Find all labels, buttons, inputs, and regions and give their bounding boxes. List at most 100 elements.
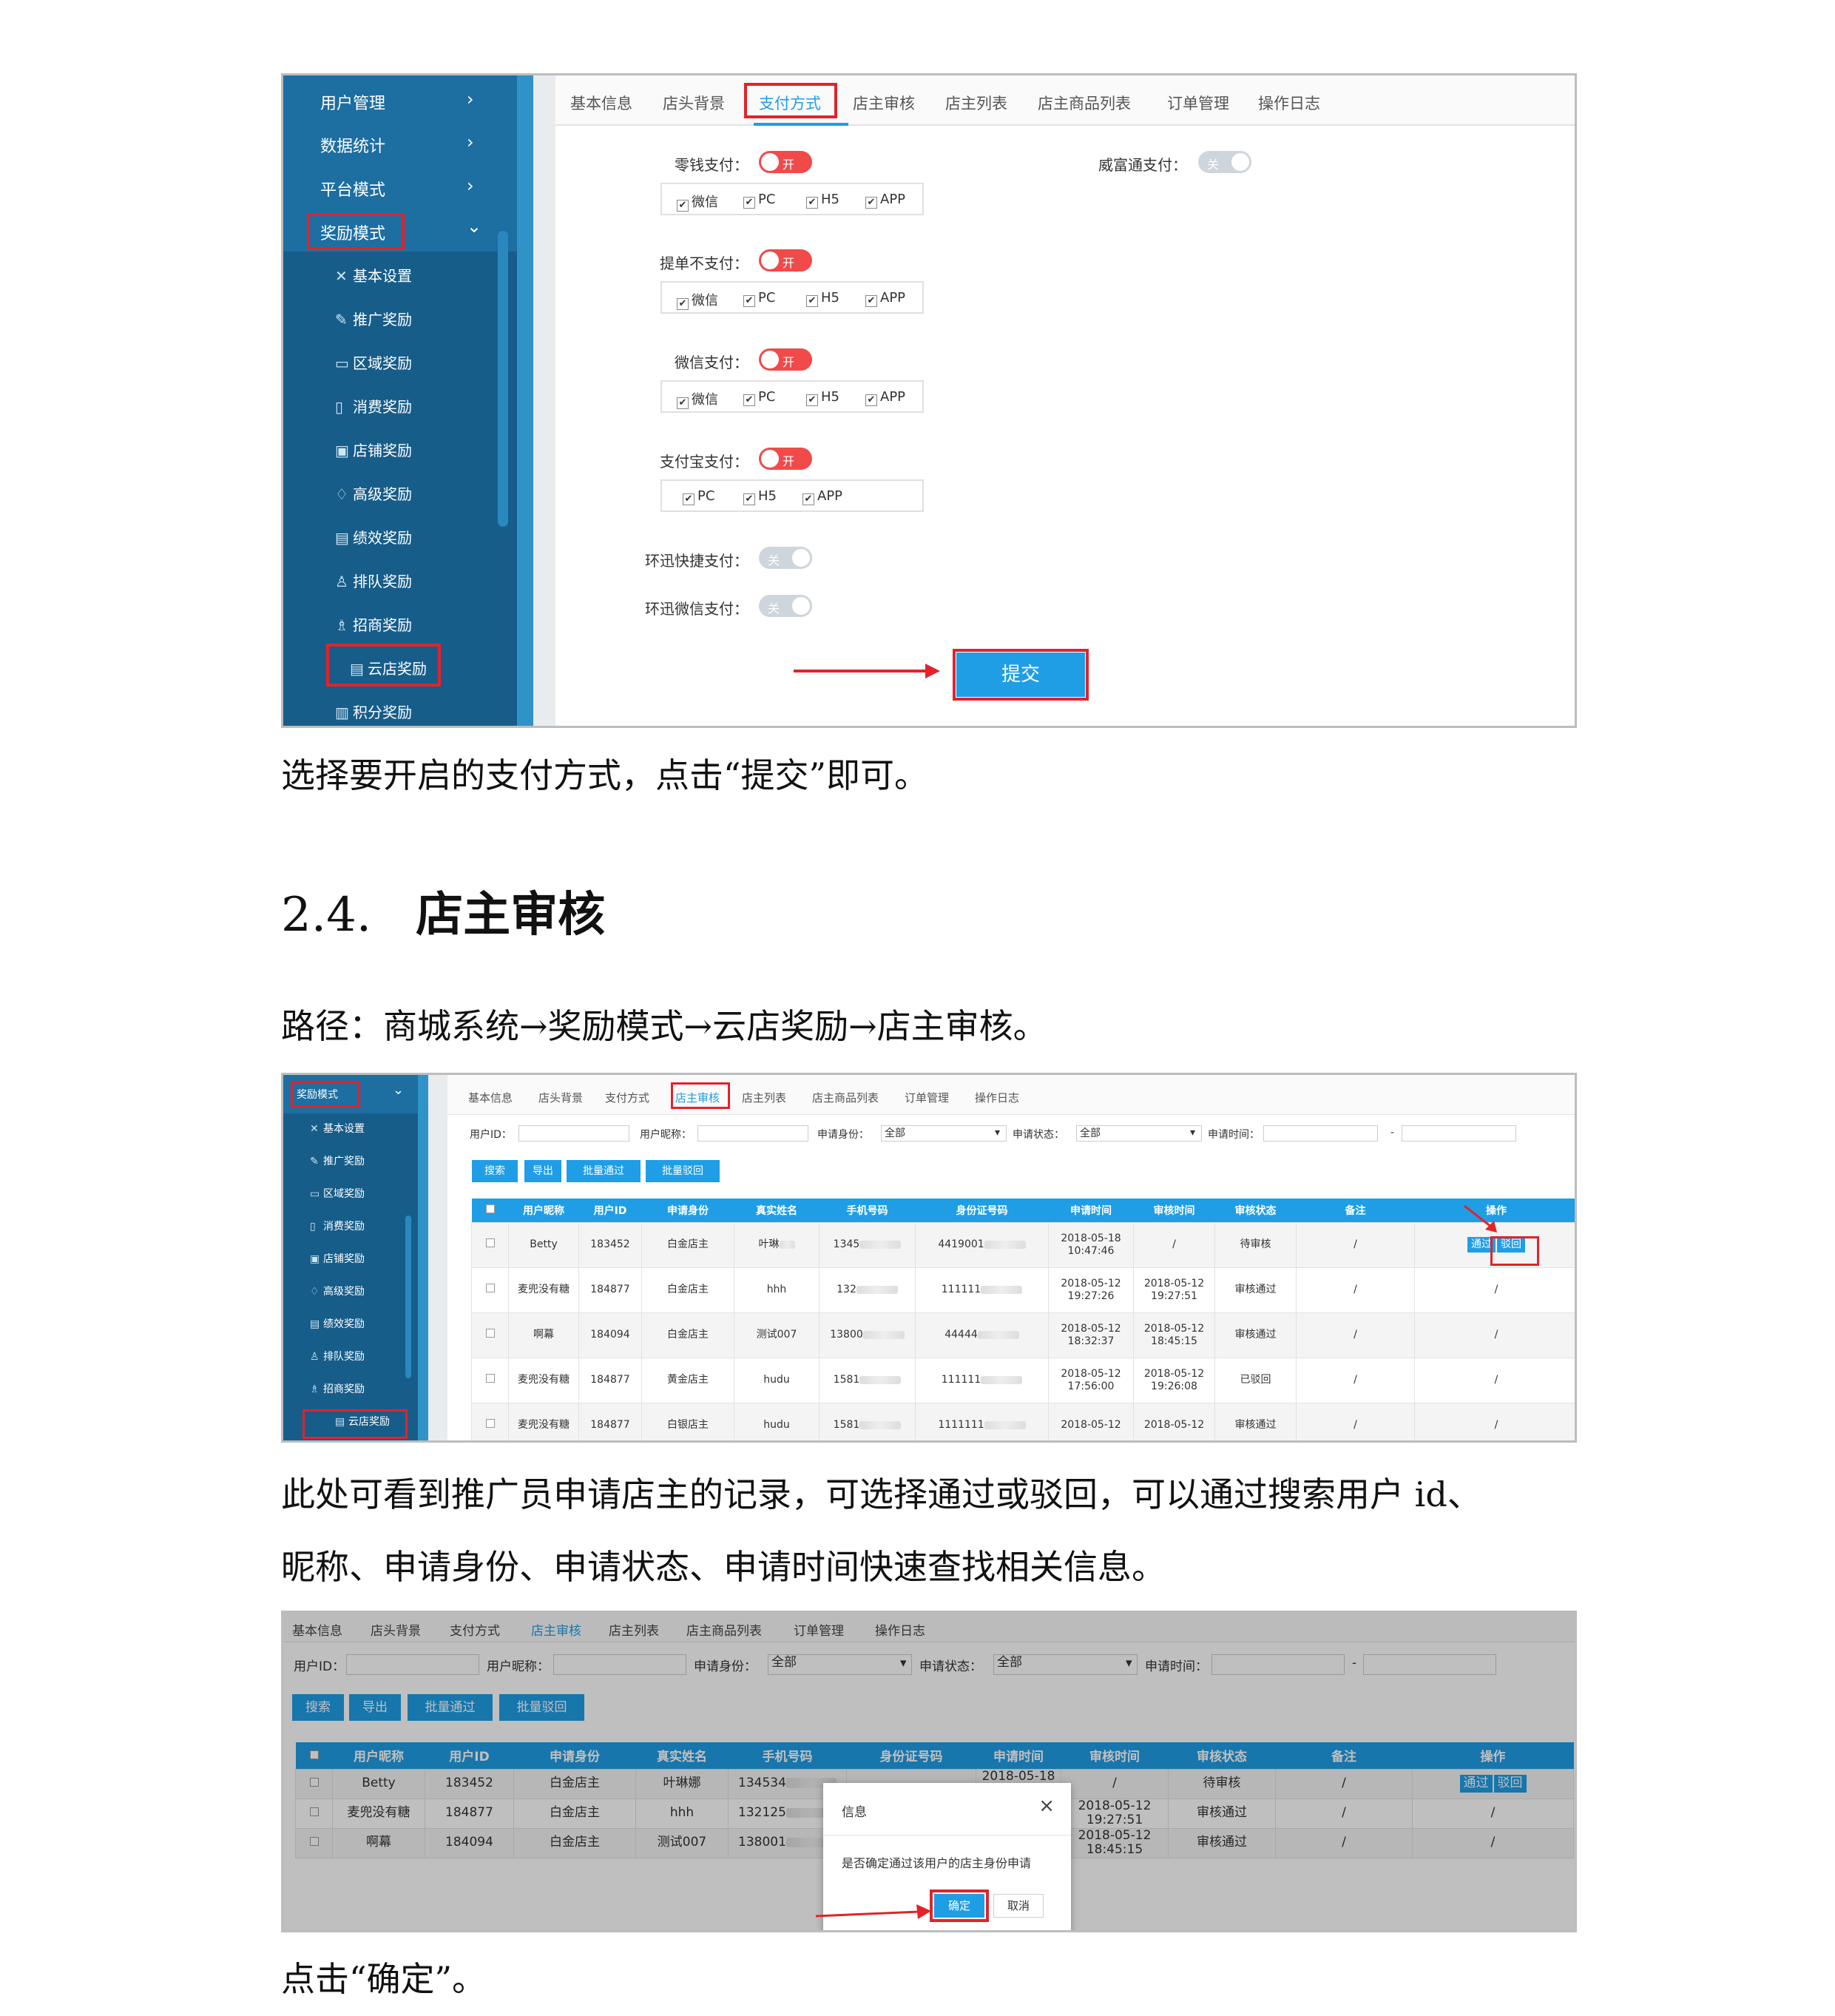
weifutong-switch[interactable]: 关 — [1198, 151, 1251, 173]
row-checkbox[interactable] — [485, 1419, 495, 1429]
sidebar-item-2[interactable]: ▭ 区域奖励 — [310, 1186, 365, 1201]
action-button-3[interactable]: 批量驳回 — [646, 1160, 720, 1182]
tab-5[interactable]: 店主商品列表 — [1038, 92, 1131, 114]
option-checkbox[interactable]: ✔ PC — [743, 389, 775, 406]
sidebar-item-1[interactable]: ✎ 推广奖励 — [335, 308, 412, 329]
table-row: 麦兜没有糖 184877 白金店主 hhh 132 111111 2018-05-12 19… — [471, 1267, 1575, 1313]
tab-7[interactable]: 操作日志 — [1258, 92, 1320, 114]
option-checkbox[interactable]: ✔ H5 — [806, 389, 839, 406]
option-checkbox[interactable]: ✔ H5 — [806, 290, 839, 307]
nickname-input[interactable] — [697, 1125, 808, 1142]
table-cell-text: 111111 — [941, 1374, 981, 1386]
tab-6[interactable]: 订单管理 — [905, 1090, 949, 1105]
table-cell-text: 麦兜没有糖 — [518, 1374, 570, 1386]
check-icon: ✔ — [806, 295, 818, 307]
cancel-button[interactable]: 取消 — [993, 1894, 1044, 1918]
tab-0[interactable]: 基本信息 — [570, 92, 632, 114]
chevron-right-icon: › — [467, 89, 474, 109]
sidebar-item-0[interactable]: ✕ 基本设置 — [310, 1121, 365, 1136]
highlight-box — [291, 1081, 360, 1108]
payment-switch[interactable]: 关 — [759, 547, 812, 569]
payment-switch[interactable]: 开 — [759, 448, 812, 470]
table-cell: 2018-05-12 18:32:37 — [1048, 1312, 1134, 1358]
tab-7[interactable]: 操作日志 — [975, 1090, 1019, 1105]
sidebar-item-5[interactable]: ♢ 高级奖励 — [310, 1284, 365, 1298]
action-button-2[interactable]: 批量通过 — [567, 1160, 641, 1182]
sidebar-item-5[interactable]: ♢ 高级奖励 — [335, 482, 412, 504]
sidebar-item-3[interactable]: ▯ 消费奖励 — [335, 395, 412, 417]
row-checkbox[interactable] — [485, 1284, 495, 1293]
sidebar-scrollbar[interactable] — [498, 231, 508, 527]
row-checkbox[interactable] — [485, 1238, 495, 1248]
menu-icon: ▣ — [310, 1253, 320, 1265]
identity-select[interactable]: 全部 — [881, 1125, 1007, 1142]
table-cell-text: 白金店主 — [667, 1284, 709, 1296]
tab-0[interactable]: 基本信息 — [468, 1090, 513, 1105]
option-checkbox[interactable]: ✔ PC — [743, 290, 775, 307]
sidebar-item-4[interactable]: ▣ 店铺奖励 — [310, 1251, 365, 1266]
sidebar-item-8[interactable]: ♗ 招商奖励 — [310, 1381, 365, 1396]
option-checkbox[interactable]: ✔ 微信 — [677, 192, 718, 212]
table-cell-text: 2018-05-12 17:56:00 — [1061, 1368, 1121, 1392]
sidebar-item-3[interactable]: ▯ 消费奖励 — [310, 1218, 365, 1233]
tab-6[interactable]: 订单管理 — [1167, 92, 1229, 114]
table-cell: 1111111 — [915, 1402, 1049, 1440]
sidebar-item-6[interactable]: ▤ 绩效奖励 — [335, 526, 412, 547]
check-icon: ✔ — [677, 298, 689, 310]
option-checkbox[interactable]: ✔ H5 — [743, 488, 777, 505]
payment-switch[interactable]: 开 — [759, 249, 812, 272]
payment-switch[interactable]: 开 — [759, 348, 812, 371]
tab-1[interactable]: 店头背景 — [538, 1090, 583, 1105]
sidebar-item-user-management[interactable]: 用户管理 — [320, 90, 385, 114]
sidebar-item-8[interactable]: ♗ 招商奖励 — [335, 613, 412, 635]
option-checkbox[interactable]: ✔ APP — [865, 389, 905, 406]
sidebar-item-0[interactable]: ✕ 基本设置 — [335, 264, 412, 286]
filter-label: - — [1390, 1127, 1395, 1139]
option-checkbox[interactable]: ✔ APP — [865, 290, 905, 307]
sidebar-scrollbar[interactable] — [405, 1216, 411, 1378]
sidebar-item-7[interactable]: ♙ 排队奖励 — [335, 570, 412, 591]
tab-5[interactable]: 店主商品列表 — [812, 1090, 879, 1105]
sidebar-item-platform-mode[interactable]: 平台模式 — [320, 177, 385, 200]
column-header[interactable] — [471, 1199, 509, 1222]
tab-3[interactable]: 店主审核 — [853, 92, 915, 114]
tab-1[interactable]: 店头背景 — [663, 92, 725, 114]
row-checkbox[interactable] — [485, 1329, 495, 1338]
option-checkbox[interactable]: ✔ PC — [683, 488, 714, 505]
tab-4[interactable]: 店主列表 — [945, 92, 1007, 114]
action-button-1[interactable]: 导出 — [524, 1160, 561, 1182]
screenshot-owner-audit: 奖励模式 ⌄ ✕ 基本设置 ✎ 推广奖励 ▭ 区域奖励 ▯ 消费奖励 ▣ 店铺奖励 ♢ 高级奖励 ▤ 绩效… — [281, 1073, 1577, 1443]
option-checkbox[interactable]: ✔ H5 — [806, 192, 839, 209]
sidebar-item-6[interactable]: ▤ 绩效奖励 — [310, 1316, 365, 1331]
menu-icon: ♢ — [335, 485, 348, 503]
payment-switch[interactable]: 开 — [759, 151, 812, 173]
sidebar-item-1[interactable]: ✎ 推广奖励 — [310, 1153, 365, 1168]
option-checkbox[interactable]: ✔ APP — [865, 192, 905, 209]
option-checkbox[interactable]: ✔ PC — [743, 192, 775, 209]
option-checkbox[interactable]: ✔ APP — [802, 488, 842, 505]
option-checkbox[interactable]: ✔ 微信 — [677, 389, 718, 409]
check-icon: ✔ — [677, 200, 689, 212]
menu-icon: ▯ — [335, 398, 344, 416]
table-cell-text: 1581 — [833, 1374, 860, 1386]
arrow-icon — [794, 664, 940, 678]
sidebar-item-7[interactable]: ♙ 排队奖励 — [310, 1349, 365, 1363]
status-select[interactable]: 全部 — [1076, 1125, 1202, 1142]
tab-2[interactable]: 支付方式 — [605, 1090, 649, 1105]
user-id-input[interactable] — [518, 1125, 629, 1142]
option-label: H5 — [821, 192, 839, 207]
action-button-0[interactable]: 搜索 — [472, 1160, 518, 1182]
row-checkbox[interactable] — [485, 1374, 495, 1383]
sidebar-item-4[interactable]: ▣ 店铺奖励 — [335, 439, 412, 460]
sidebar-item-10[interactable]: ▥ 积分奖励 — [335, 701, 412, 722]
sidebar-item-statistics[interactable]: 数据统计 — [320, 133, 385, 157]
start-time-input[interactable] — [1263, 1125, 1378, 1142]
end-time-input[interactable] — [1402, 1125, 1516, 1142]
tab-4[interactable]: 店主列表 — [742, 1090, 786, 1105]
payment-switch[interactable]: 关 — [759, 595, 812, 617]
select-all-checkbox[interactable] — [485, 1204, 495, 1213]
sidebar-item-2[interactable]: ▭ 区域奖励 — [335, 351, 412, 373]
option-checkbox[interactable]: ✔ 微信 — [677, 290, 718, 310]
close-icon[interactable]: × — [1038, 1795, 1055, 1817]
redacted-mask — [862, 1330, 905, 1340]
